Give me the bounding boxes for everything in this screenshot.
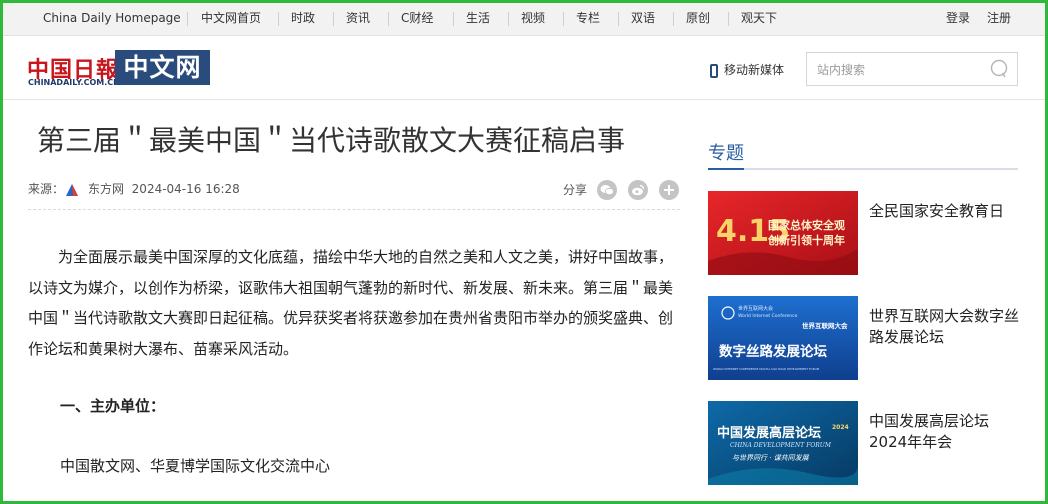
phone-icon — [710, 63, 718, 78]
nav-link-finance[interactable]: C财经 — [401, 3, 433, 35]
thumb-small1: 世界互联网大会 — [738, 305, 773, 312]
section-heading-organizers: 一、主办单位： — [60, 397, 166, 415]
nav-separator — [187, 12, 188, 26]
thumb-foot: WORLD INTERNET CONFERENCE DIGITAL SILK R… — [713, 367, 820, 371]
nav-separator — [508, 12, 509, 26]
source-logo-icon — [66, 183, 79, 196]
nav-separator — [728, 12, 729, 26]
nav-link-politics[interactable]: 时政 — [291, 3, 315, 35]
publish-datetime: 2024-04-16 16:28 — [131, 182, 240, 196]
nav-separator — [453, 12, 454, 26]
mobile-media-label: 移动新媒体 — [724, 63, 785, 77]
nav-link-original[interactable]: 原创 — [686, 3, 710, 35]
topic-thumb-security-day[interactable]: 4.15 国家总体安全观 创新引领十周年 — [708, 191, 858, 275]
thumb-slogan: 与世界同行 · 谋共同发展 — [732, 454, 810, 462]
nav-link-life[interactable]: 生活 — [466, 3, 490, 35]
topic-thumb-digital-silk-road[interactable]: 世界互联网大会 World Internet Conference 世界互联网大… — [708, 296, 858, 380]
topic-thumb-development-forum[interactable]: 中国发展高层论坛 2024 CHINA DEVELOPMENT FORUM 与世… — [708, 401, 858, 485]
thumb-badge: 世界互联网大会 — [802, 321, 848, 330]
share-bar: 分享 — [563, 179, 679, 201]
nav-separator — [618, 12, 619, 26]
topic-caption[interactable]: 中国发展高层论坛2024年年会 — [869, 411, 1019, 453]
nav-link-home[interactable]: 中文网首页 — [201, 3, 261, 35]
site-search — [806, 52, 1018, 86]
thumb-year: 2024 — [832, 424, 849, 431]
topic-caption[interactable]: 全民国家安全教育日 — [869, 201, 1019, 222]
nav-link-video[interactable]: 视频 — [521, 3, 545, 35]
sidebar-title-underline — [708, 168, 1018, 170]
sidebar-title: 专题 — [708, 143, 744, 164]
login-link[interactable]: 登录 — [946, 3, 970, 35]
mobile-media-link[interactable]: 移动新媒体 — [710, 60, 784, 80]
thumb-main: 数字丝路发展论坛 — [719, 343, 827, 360]
article-body: 为全面展示最美中国深厚的文化底蕴，描绘中华大地的自然之美和人文之美，讲好中国故事… — [28, 242, 678, 364]
nav-link-world[interactable]: 观天下 — [741, 3, 777, 35]
topic-card-development-forum[interactable]: 中国发展高层论坛 2024 CHINA DEVELOPMENT FORUM 与世… — [708, 401, 1018, 487]
topic-card-digital-silk-road[interactable]: 世界互联网大会 World Internet Conference 世界互联网大… — [708, 296, 1019, 382]
nav-link-bilingual[interactable]: 双语 — [631, 3, 655, 35]
top-nav: China Daily Homepage 中文网首页 时政 资讯 C财经 生活 … — [3, 3, 1045, 36]
article-meta: 来源： 东方网 2024-04-16 16:28 — [28, 180, 240, 198]
thumb-en: CHINA DEVELOPMENT FORUM — [730, 442, 832, 449]
weibo-share-icon[interactable] — [628, 180, 648, 200]
nav-separator — [563, 12, 564, 26]
topic-caption[interactable]: 世界互联网大会数字丝路发展论坛 — [869, 306, 1019, 348]
thumb-small2: World Internet Conference — [738, 313, 798, 319]
thumb-line2: 创新引领十周年 — [767, 233, 845, 247]
wechat-share-icon[interactable] — [597, 180, 617, 200]
nav-link-news[interactable]: 资讯 — [346, 3, 370, 35]
register-link[interactable]: 注册 — [987, 3, 1011, 35]
article-paragraph: 为全面展示最美中国深厚的文化底蕴，描绘中华大地的自然之美和人文之美，讲好中国故事… — [28, 248, 674, 358]
nav-separator — [673, 12, 674, 26]
share-label: 分享 — [563, 183, 588, 197]
nav-separator — [278, 12, 279, 26]
nav-link-columns[interactable]: 专栏 — [576, 3, 600, 35]
site-header: 中国日報 CHINADAILY.COM.CN 中文网 移动新媒体 — [3, 36, 1045, 100]
article-title: 第三届＂最美中国＂当代诗歌散文大赛征稿启事 — [37, 124, 626, 157]
nav-separator — [333, 12, 334, 26]
organizers-text: 中国散文网、华夏博学国际文化交流中心 — [60, 457, 331, 475]
search-input[interactable] — [815, 59, 979, 81]
nav-separator — [388, 12, 389, 26]
search-icon[interactable] — [989, 59, 1009, 79]
source-name[interactable]: 东方网 — [88, 182, 124, 196]
nav-link-chinadaily-home[interactable]: China Daily Homepage — [43, 3, 181, 35]
meta-divider — [28, 209, 680, 210]
topic-card-security-day[interactable]: 4.15 国家总体安全观 创新引领十周年 全民国家安全教育日 — [708, 191, 1018, 277]
chinese-site-logo[interactable]: 中文网 — [115, 50, 210, 85]
more-share-icon[interactable] — [659, 180, 679, 200]
thumb-main: 中国发展高层论坛 — [717, 425, 821, 441]
thumb-line1: 国家总体安全观 — [768, 218, 845, 232]
source-label: 来源： — [28, 182, 65, 196]
chinadaily-logo-url: CHINADAILY.COM.CN — [28, 78, 120, 87]
